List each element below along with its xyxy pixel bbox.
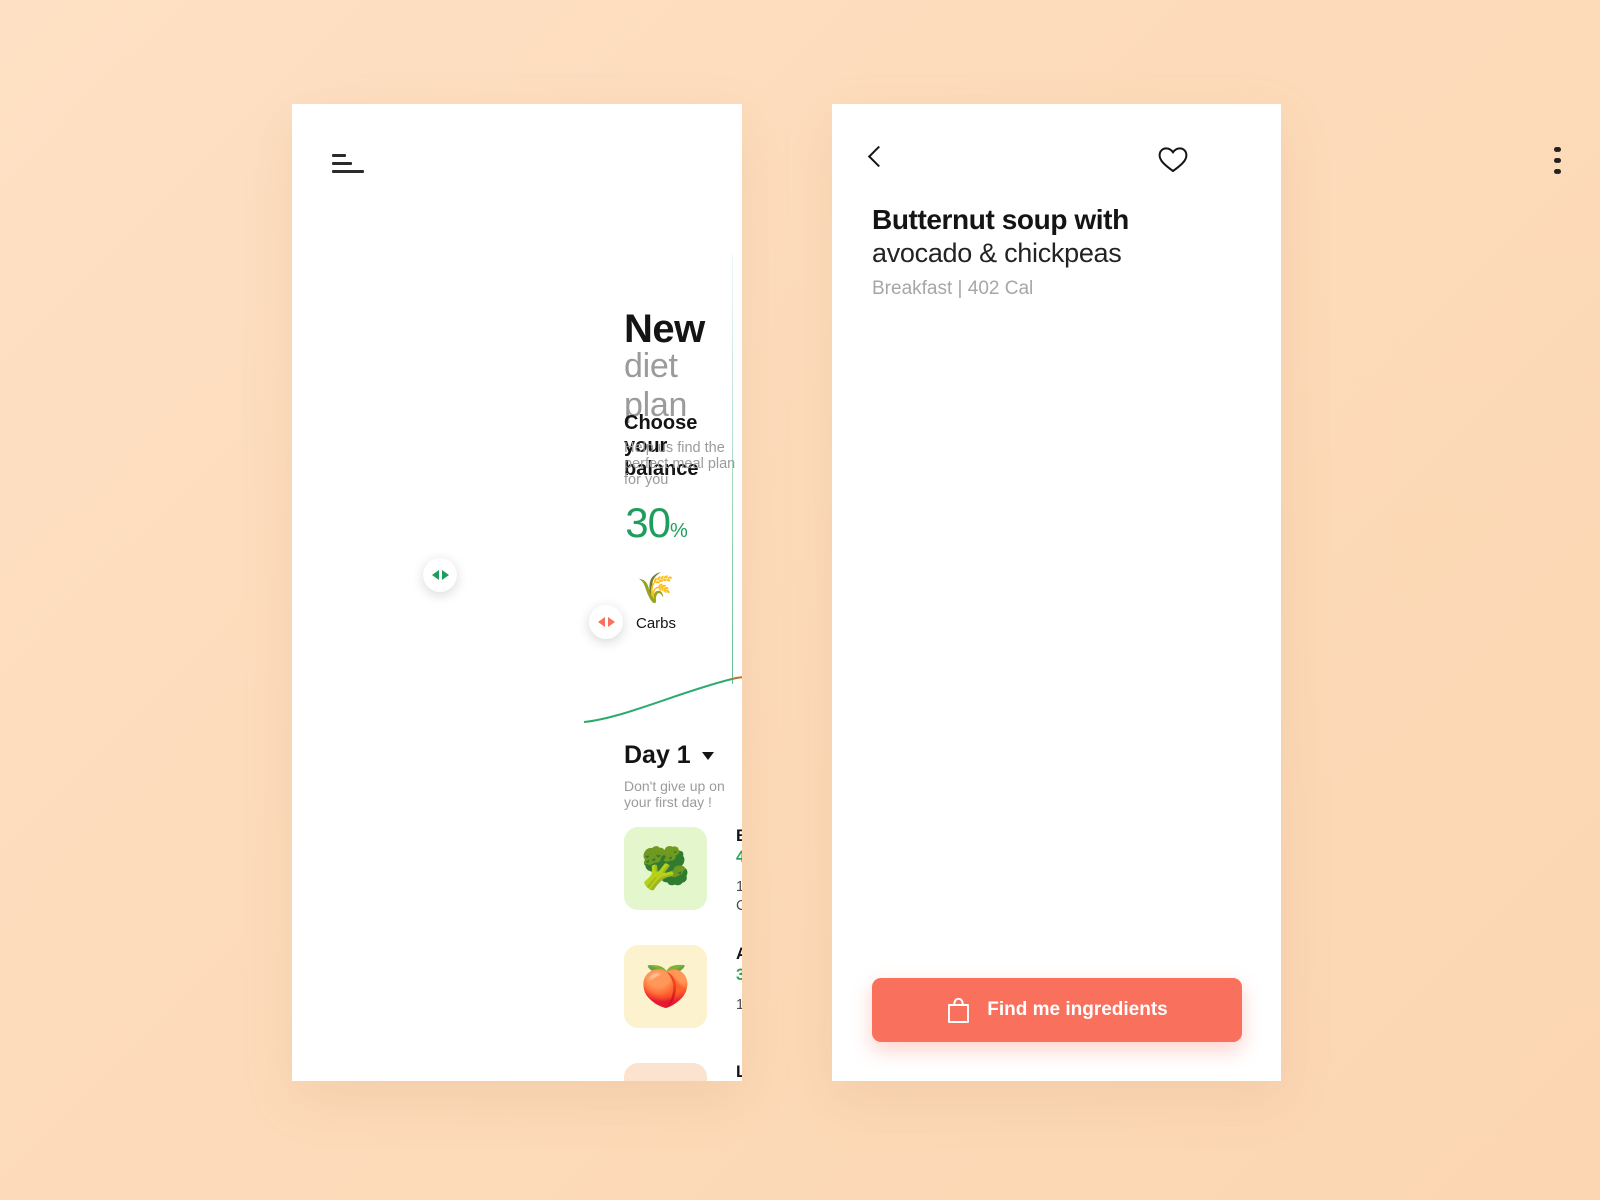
meal-calories: 407 cal	[736, 848, 742, 866]
percent-sign: %	[669, 520, 688, 542]
back-button[interactable]	[862, 143, 892, 173]
day-selector-label: Day 1	[624, 741, 691, 769]
poultry-icon: 🍗	[741, 574, 742, 604]
carbs-slider-handle[interactable]	[423, 558, 457, 592]
shopping-bag-icon	[948, 997, 970, 1023]
wheat-icon: 🌾	[637, 572, 675, 605]
recipe-meta: Breakfast | 402 Cal	[872, 278, 1034, 299]
fat-slider-handle[interactable]	[589, 605, 623, 639]
meal-name: A.M. Snack	[736, 945, 742, 963]
day-selector[interactable]: Day 1	[624, 741, 714, 770]
macro-protein-label: Protein	[741, 615, 742, 632]
heart-icon[interactable]	[1158, 146, 1188, 174]
day-note: Don't give up on your first day !	[624, 778, 725, 810]
meal-list-item[interactable]: 🍑 A.M. Snack 30 cal 1 medium Plum	[624, 945, 742, 1028]
chevron-down-icon	[701, 751, 714, 760]
meal-name: Lunch	[736, 1063, 742, 1081]
meal-list-item[interactable]: 🥑 Lunch 402 cal 1 serving Butternut soup…	[624, 1063, 742, 1081]
page-title: New	[624, 307, 705, 351]
macro-protein[interactable]: 50% 🍗 Protein	[741, 502, 742, 632]
meal-name: Breakfast	[736, 827, 742, 845]
diet-plan-screen: New diet plan Choose your balance Help u…	[292, 104, 742, 1081]
meal-description: 1 serving Broccoli & Parmesan Cheese Ome…	[736, 879, 742, 914]
balance-subtext: Help us find the perfect meal plan for y…	[624, 440, 736, 488]
find-ingredients-button[interactable]: Find me ingredients	[872, 978, 1242, 1042]
kebab-menu-icon[interactable]	[1548, 146, 1570, 176]
avocado-icon: 🥑	[624, 1063, 707, 1081]
macro-carbs-value: 30	[625, 499, 671, 546]
broccoli-icon: 🥦	[624, 827, 707, 910]
meal-list-item[interactable]: 🥦 Breakfast 407 cal 1 serving Broccoli &…	[624, 827, 742, 915]
plum-icon: 🍑	[624, 945, 707, 1028]
macro-balance-slider-curve	[584, 676, 742, 723]
recipe-title-line1: Butternut soup with	[872, 204, 1129, 235]
hamburger-icon[interactable]	[332, 152, 378, 178]
meal-calories: 30 cal	[736, 966, 742, 984]
meal-description: 1 medium Plum	[736, 997, 742, 1013]
recipe-title-line2: avocado & chickpeas	[872, 238, 1122, 268]
cta-label: Find me ingredients	[987, 999, 1168, 1020]
